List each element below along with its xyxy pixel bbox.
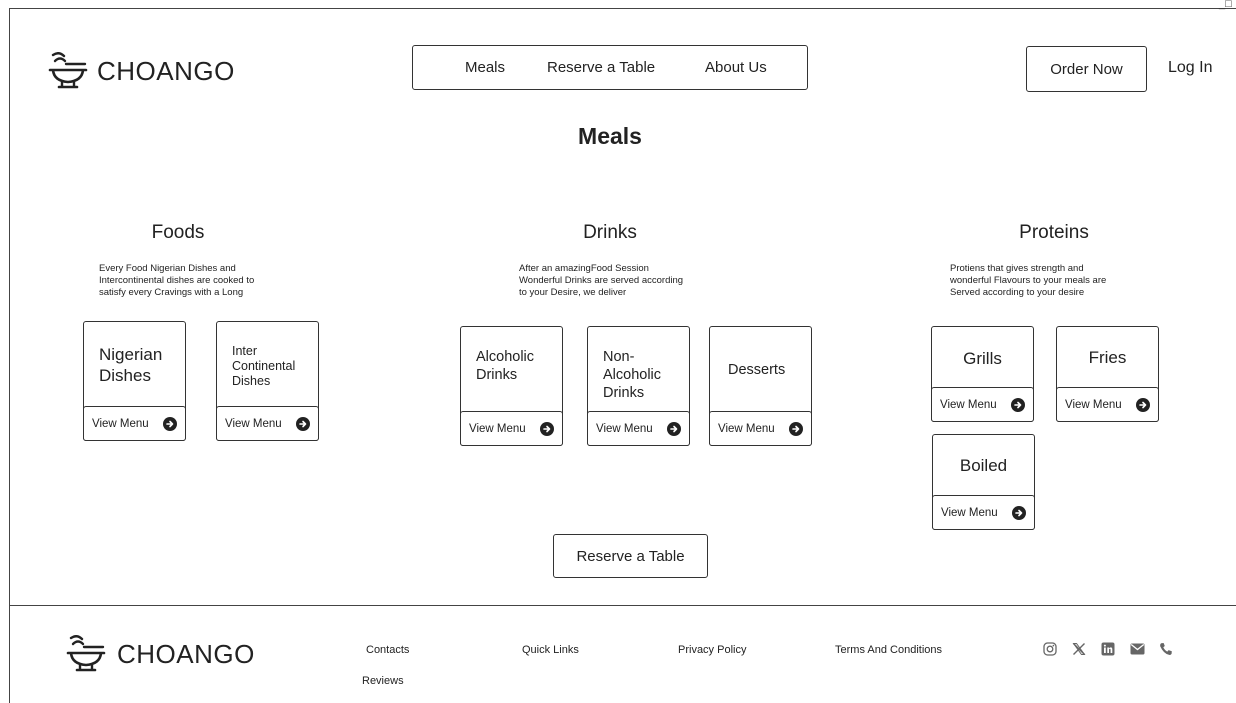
arrow-right-icon	[789, 421, 803, 436]
arrow-right-icon	[1136, 397, 1150, 412]
header-logo[interactable]: CHOANGO	[47, 52, 235, 90]
page-title: Meals	[578, 123, 642, 149]
linkedin-icon[interactable]	[1100, 641, 1116, 657]
card-nigerian-dishes: Nigerian Dishes View Menu	[83, 321, 186, 441]
mail-icon[interactable]	[1129, 641, 1145, 657]
footer-link-terms[interactable]: Terms And Conditions	[835, 644, 942, 656]
window-frame-left	[9, 8, 10, 703]
card-title: Fries	[1088, 348, 1127, 367]
arrow-right-icon	[667, 421, 681, 436]
footer-divider	[9, 605, 1236, 606]
view-menu-button[interactable]: View Menu	[83, 406, 186, 441]
card-title: Grills	[963, 349, 1002, 368]
card-grills: Grills View Menu	[931, 326, 1034, 422]
view-menu-button[interactable]: View Menu	[1056, 387, 1159, 422]
bowl-logo-icon	[48, 52, 88, 89]
arrow-right-icon	[1012, 505, 1026, 520]
foods-title: Foods	[151, 222, 205, 243]
card-intercontinental-dishes: Inter Continental Dishes View Menu	[216, 321, 319, 441]
card-non-alcoholic-drinks: Non- Alcoholic Drinks View Menu	[587, 326, 690, 446]
nav-meals[interactable]: Meals	[465, 59, 505, 76]
footer-link-quick-links[interactable]: Quick Links	[522, 644, 579, 656]
instagram-icon[interactable]	[1042, 641, 1058, 657]
window-controls[interactable]: _□	[1219, 0, 1232, 10]
view-menu-button[interactable]: View Menu	[931, 387, 1034, 422]
main-nav: Meals Reserve a Table About Us	[412, 45, 808, 90]
card-title: Non- Alcoholic Drinks	[603, 349, 662, 401]
bowl-logo-icon	[66, 635, 106, 672]
proteins-title: Proteins	[1019, 222, 1089, 243]
drinks-description: After an amazingFood Session Wonderful D…	[519, 263, 684, 298]
login-link[interactable]: Log In	[1168, 59, 1212, 77]
footer-brand-name: CHOANGO	[117, 638, 255, 669]
card-title: Inter Continental Dishes	[232, 344, 296, 388]
nav-about-us[interactable]: About Us	[705, 59, 767, 76]
drinks-title: Drinks	[583, 222, 637, 243]
arrow-right-icon	[296, 416, 310, 431]
card-title: Alcoholic Drinks	[476, 349, 535, 383]
reserve-table-button[interactable]: Reserve a Table	[553, 534, 708, 578]
card-desserts: Desserts View Menu	[709, 326, 812, 446]
window-frame-top	[9, 8, 1236, 9]
order-now-button[interactable]: Order Now	[1026, 46, 1147, 92]
arrow-right-icon	[1011, 397, 1025, 412]
card-title: Nigerian Dishes	[99, 345, 163, 385]
brand-name: CHOANGO	[97, 55, 235, 86]
view-menu-button[interactable]: View Menu	[709, 411, 812, 446]
view-menu-button[interactable]: View Menu	[587, 411, 690, 446]
view-menu-button[interactable]: View Menu	[216, 406, 319, 441]
arrow-right-icon	[540, 421, 554, 436]
footer-logo[interactable]: CHOANGO	[65, 635, 255, 673]
view-menu-button[interactable]: View Menu	[460, 411, 563, 446]
phone-icon[interactable]	[1158, 641, 1174, 657]
footer-link-privacy-policy[interactable]: Privacy Policy	[678, 644, 746, 656]
card-title: Desserts	[728, 362, 786, 378]
social-icons	[1042, 641, 1187, 657]
nav-reserve-table[interactable]: Reserve a Table	[547, 59, 655, 76]
footer-link-contacts[interactable]: Contacts	[366, 644, 409, 656]
proteins-description: Protiens that gives strength and wonderf…	[950, 263, 1107, 298]
card-alcoholic-drinks: Alcoholic Drinks View Menu	[460, 326, 563, 446]
arrow-right-icon	[163, 416, 177, 431]
card-title: Boiled	[959, 456, 1008, 475]
card-fries: Fries View Menu	[1056, 326, 1159, 422]
x-icon[interactable]	[1071, 641, 1087, 657]
footer-link-reviews[interactable]: Reviews	[362, 675, 404, 687]
view-menu-button[interactable]: View Menu	[932, 495, 1035, 530]
card-boiled: Boiled View Menu	[932, 434, 1035, 530]
foods-description: Every Food Nigerian Dishes and Intercont…	[99, 263, 255, 298]
